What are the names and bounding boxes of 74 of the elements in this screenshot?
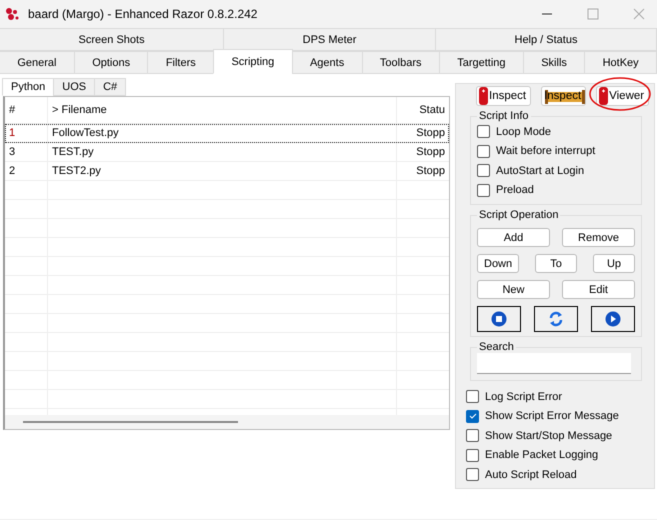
action-button[interactable]: Up bbox=[593, 254, 635, 273]
checkbox-box[interactable] bbox=[466, 410, 479, 423]
table-cell-text: Stopp bbox=[415, 145, 446, 160]
app-logo-icon bbox=[4, 6, 20, 22]
table-cell: 3 bbox=[5, 143, 48, 161]
table-cell-text: Stopp bbox=[415, 126, 446, 141]
action-button[interactable]: New bbox=[477, 280, 550, 299]
checkbox[interactable]: Log Script Error bbox=[466, 387, 648, 406]
table-cell: 2 bbox=[5, 162, 48, 180]
tag-icon bbox=[479, 87, 488, 105]
checkbox[interactable]: Preload bbox=[477, 180, 635, 200]
tab[interactable]: UOS bbox=[53, 78, 96, 96]
table-row[interactable]: 2 TEST2.py Stopp bbox=[5, 162, 449, 181]
table-cell: FollowTest.py bbox=[48, 124, 397, 142]
scroll-icon bbox=[545, 90, 586, 104]
tab[interactable]: Targetting bbox=[438, 51, 524, 74]
search-field[interactable] bbox=[477, 353, 631, 374]
action-button[interactable]: Add bbox=[477, 228, 550, 247]
checkbox[interactable]: Auto Script Reload bbox=[466, 465, 648, 484]
tab[interactable]: Filters bbox=[147, 51, 214, 74]
tab[interactable]: DPS Meter bbox=[223, 28, 436, 51]
action-button[interactable]: Remove bbox=[562, 228, 635, 247]
table-cell: TEST2.py bbox=[48, 162, 397, 180]
tab[interactable]: C# bbox=[94, 78, 126, 96]
action-button[interactable]: Down bbox=[477, 254, 519, 273]
action-button[interactable]: Edit bbox=[562, 280, 635, 299]
action-button[interactable]: To bbox=[535, 254, 577, 273]
column-header[interactable]: # bbox=[5, 97, 48, 123]
tab[interactable]: Python bbox=[2, 78, 54, 96]
checkbox[interactable]: Show Start/Stop Message bbox=[466, 426, 648, 446]
media-button[interactable] bbox=[477, 306, 521, 332]
tab[interactable]: Skills bbox=[522, 51, 586, 74]
tab[interactable]: HotKey bbox=[584, 51, 657, 74]
tool-button[interactable]: Viewer bbox=[596, 86, 650, 106]
horizontal-scrollbar[interactable] bbox=[5, 415, 449, 429]
column-header[interactable]: Statu bbox=[397, 97, 449, 123]
tool-button[interactable]: Inspect bbox=[541, 86, 586, 106]
checkbox[interactable]: Enable Packet Logging bbox=[466, 446, 648, 465]
play-icon bbox=[605, 311, 621, 327]
checkbox-box[interactable] bbox=[466, 448, 479, 462]
table-cell: 1 bbox=[5, 124, 48, 142]
tab[interactable]: Agents bbox=[292, 51, 363, 74]
checkbox-box[interactable] bbox=[466, 429, 479, 442]
tab[interactable]: General bbox=[0, 51, 75, 74]
checkbox-box[interactable] bbox=[477, 164, 490, 178]
table-row[interactable]: 3 TEST.py Stopp bbox=[5, 143, 449, 162]
window-title: baard (Margo) - Enhanced Razor 0.8.2.242 bbox=[28, 7, 258, 21]
table-cell: TEST.py bbox=[48, 143, 397, 161]
checkbox-box[interactable] bbox=[477, 184, 490, 197]
checkbox[interactable]: AutoStart at Login bbox=[477, 161, 635, 180]
tab[interactable]: Help / Status bbox=[434, 28, 657, 51]
table-row[interactable]: 1 FollowTest.py Stopp bbox=[5, 124, 449, 143]
checkbox-box[interactable] bbox=[477, 125, 490, 138]
tab[interactable]: Toolbars bbox=[362, 51, 440, 74]
checkbox[interactable]: Wait before interrupt bbox=[477, 142, 635, 161]
checkbox[interactable]: Show Script Error Message bbox=[466, 406, 648, 426]
refresh-icon bbox=[548, 311, 564, 327]
group-title: Search bbox=[478, 341, 515, 353]
tool-button[interactable]: Inspect bbox=[476, 86, 532, 106]
group-title: Script Info bbox=[478, 110, 530, 122]
checkbox-box[interactable] bbox=[466, 390, 479, 404]
checkbox-box[interactable] bbox=[477, 144, 490, 158]
column-header[interactable]: > Filename bbox=[48, 97, 397, 123]
tag-icon bbox=[599, 87, 608, 105]
table-cell-text: Stopp bbox=[415, 164, 446, 179]
checkbox-box[interactable] bbox=[466, 468, 479, 482]
media-button[interactable] bbox=[591, 306, 635, 332]
tab[interactable]: Scripting bbox=[213, 49, 293, 74]
group-title: Script Operation bbox=[478, 209, 560, 221]
media-button[interactable] bbox=[534, 306, 578, 332]
stop-icon bbox=[491, 311, 507, 327]
checkbox[interactable]: Loop Mode bbox=[477, 122, 635, 142]
tab[interactable]: Screen Shots bbox=[0, 28, 224, 51]
tab[interactable]: Options bbox=[74, 51, 148, 74]
